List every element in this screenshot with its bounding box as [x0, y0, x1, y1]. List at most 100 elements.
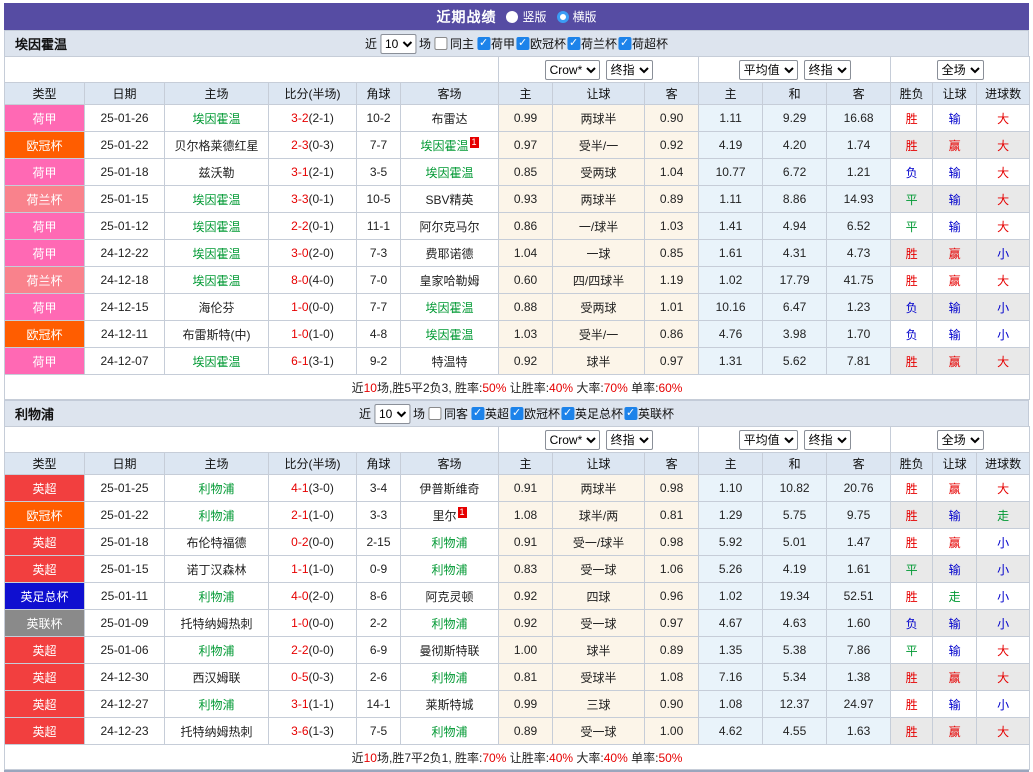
column-header: 让球 [553, 83, 645, 105]
near-label: 近 [365, 35, 377, 52]
score-cell: 3-2(2-1) [269, 105, 357, 132]
odds-home: 0.83 [499, 556, 553, 583]
match-row: 英超 25-01-25 利物浦 4-1(3-0) 3-4 伊普斯维奇 0.91 … [5, 475, 1030, 502]
away-team-cell: 埃因霍温 [401, 294, 499, 321]
away-team-name: 曼彻斯特联 [420, 644, 480, 658]
result-handicap: 输 [933, 502, 977, 529]
column-header: 胜负 [891, 453, 933, 475]
match-row: 欧冠杯 24-12-11 布雷斯特(中) 1-0(1-0) 4-8 埃因霍温 1… [5, 321, 1030, 348]
result-goals: 小 [977, 583, 1030, 610]
odds-home: 0.91 [499, 475, 553, 502]
radio-unchecked-icon [557, 11, 569, 23]
avg-time-select[interactable]: 终指 [804, 60, 851, 80]
same-venue-checkbox[interactable] [434, 37, 447, 50]
match-count-select[interactable]: 10 [380, 34, 416, 54]
match-date: 24-12-07 [85, 348, 165, 375]
avg-away: 20.76 [827, 475, 891, 502]
league-checkbox[interactable] [618, 37, 631, 50]
avg-home: 5.26 [699, 556, 763, 583]
halftime-score: (0-0) [309, 535, 334, 549]
avg-home: 4.19 [699, 132, 763, 159]
horizontal-layout-radio[interactable]: 横版 [557, 8, 597, 25]
match-row: 欧冠杯 25-01-22 贝尔格莱德红星 2-3(0-3) 7-7 埃因霍温1 … [5, 132, 1030, 159]
scope-select[interactable]: 全场 [937, 60, 984, 80]
score-cell: 3-1(2-1) [269, 159, 357, 186]
column-header: 主场 [165, 453, 269, 475]
odds-home: 0.92 [499, 610, 553, 637]
match-row: 荷甲 25-01-26 埃因霍温 3-2(2-1) 10-2 布雷达 0.99 … [5, 105, 1030, 132]
match-row: 英超 25-01-06 利物浦 2-2(0-0) 6-9 曼彻斯特联 1.00 … [5, 637, 1030, 664]
corners-cell: 6-9 [357, 637, 401, 664]
avg-home: 7.16 [699, 664, 763, 691]
home-team-cell: 埃因霍温 [165, 267, 269, 294]
odds-home: 0.86 [499, 213, 553, 240]
league-checkbox[interactable] [477, 37, 490, 50]
avg-select[interactable]: 平均值 [739, 430, 798, 450]
league-checkbox[interactable] [510, 407, 523, 420]
team-sections: 埃因霍温 近 10 场 同主 荷甲欧冠杯荷兰杯荷超杯 [4, 30, 1029, 770]
odds-home: 1.03 [499, 321, 553, 348]
match-count-select[interactable]: 10 [374, 404, 410, 424]
result-outcome: 胜 [891, 475, 933, 502]
vertical-layout-radio[interactable]: 竖版 [506, 8, 546, 25]
league-checkbox[interactable] [624, 407, 637, 420]
odds-home: 0.91 [499, 529, 553, 556]
away-team-name: 皇家哈勒姆 [420, 274, 480, 288]
summary-segment: 70% [604, 381, 628, 395]
corners-cell: 9-2 [357, 348, 401, 375]
summary-segment: 大率: [573, 381, 604, 395]
league-checkbox[interactable] [471, 407, 484, 420]
same-venue-label: 同客 [444, 405, 468, 422]
corners-cell: 10-2 [357, 105, 401, 132]
odds-away: 0.96 [645, 583, 699, 610]
summary-segment: 60% [658, 381, 682, 395]
league-checkbox[interactable] [516, 37, 529, 50]
result-goals: 大 [977, 132, 1030, 159]
match-date: 24-12-27 [85, 691, 165, 718]
corners-cell: 3-4 [357, 475, 401, 502]
result-handicap: 赢 [933, 664, 977, 691]
halftime-score: (3-0) [309, 481, 334, 495]
result-outcome: 负 [891, 321, 933, 348]
avg-time-select[interactable]: 终指 [804, 430, 851, 450]
odds-handicap: 球半 [553, 348, 645, 375]
avg-select[interactable]: 平均值 [739, 60, 798, 80]
away-team-name: 阿尔克马尔 [420, 220, 480, 234]
summary-segment: 近 [352, 751, 364, 765]
avg-home: 4.67 [699, 610, 763, 637]
league-filter-label: 英足总杯 [575, 405, 623, 422]
score-cell: 2-2(0-1) [269, 213, 357, 240]
home-team-name: 利物浦 [198, 509, 234, 523]
home-team-name: 埃因霍温 [192, 220, 240, 234]
result-outcome: 胜 [891, 348, 933, 375]
odds-source-select[interactable]: Crow* [545, 430, 600, 450]
summary-segment: 让胜率: [506, 381, 549, 395]
avg-home: 1.35 [699, 637, 763, 664]
result-handicap: 走 [933, 583, 977, 610]
odds-home: 0.85 [499, 159, 553, 186]
score-cell: 0-2(0-0) [269, 529, 357, 556]
league-checkbox[interactable] [561, 407, 574, 420]
odds-time-select[interactable]: 终指 [606, 430, 653, 450]
result-goals: 大 [977, 475, 1030, 502]
scope-select[interactable]: 全场 [937, 430, 984, 450]
halftime-score: (0-0) [309, 643, 334, 657]
same-venue-checkbox[interactable] [428, 407, 441, 420]
halftime-score: (4-0) [309, 273, 334, 287]
away-team-cell: 埃因霍温 [401, 159, 499, 186]
result-handicap: 输 [933, 105, 977, 132]
match-date: 25-01-25 [85, 475, 165, 502]
odds-time-select[interactable]: 终指 [606, 60, 653, 80]
avg-away: 16.68 [827, 105, 891, 132]
match-date: 24-12-15 [85, 294, 165, 321]
home-team-cell: 海伦芬 [165, 294, 269, 321]
match-date: 25-01-12 [85, 213, 165, 240]
summary-line: 近10场,胜7平2负1, 胜率:70% 让胜率:40% 大率:40% 单率:50… [5, 745, 1030, 770]
odds-source-select[interactable]: Crow* [545, 60, 600, 80]
home-team-cell: 利物浦 [165, 502, 269, 529]
league-checkbox[interactable] [567, 37, 580, 50]
corners-cell: 7-5 [357, 718, 401, 745]
score-cell: 3-3(0-1) [269, 186, 357, 213]
summary-segment: 70% [482, 751, 506, 765]
team-section: 埃因霍温 近 10 场 同主 荷甲欧冠杯荷兰杯荷超杯 [4, 30, 1029, 400]
